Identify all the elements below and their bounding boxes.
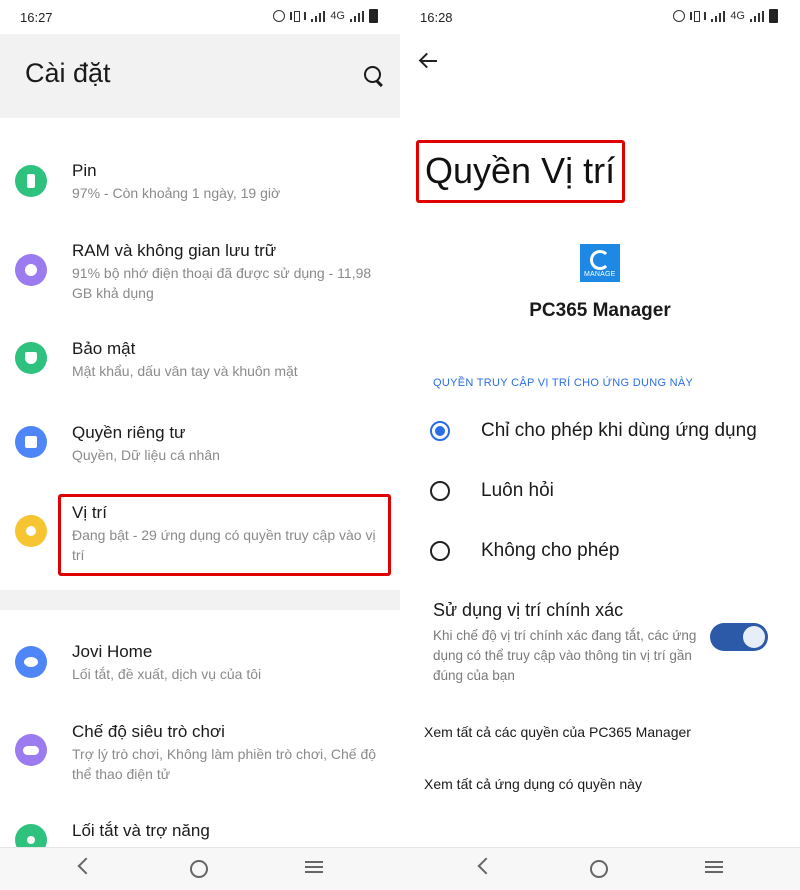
signal-icon (311, 10, 326, 22)
status-bar: 16:27 4G (0, 0, 400, 34)
app-logo-text: MANAGE (584, 271, 616, 278)
shield-icon (15, 342, 47, 374)
highlight-box (58, 494, 391, 576)
option-label: Không cho phép (481, 540, 620, 561)
jovi-icon (15, 646, 47, 678)
settings-item-privacy[interactable]: Quyền riêng tư Quyền, Dữ liệu cá nhân (0, 412, 400, 472)
location-permission-panel: 16:28 4G Quyền Vị trí MANAGE PC365 Manag… (400, 0, 800, 890)
app-logo-icon (590, 250, 610, 270)
home-nav-icon[interactable] (190, 860, 208, 878)
network-type: 4G (330, 10, 345, 22)
settings-item-accessibility[interactable]: Lối tắt và trợ năng (0, 810, 400, 856)
menu-nav-icon[interactable] (705, 861, 723, 874)
battery-icon (15, 165, 47, 197)
home-nav-icon[interactable] (590, 860, 608, 878)
item-subtitle: Quyền, Dữ liệu cá nhân (72, 447, 220, 463)
alarm-icon (673, 10, 686, 22)
item-subtitle: Lối tắt, đề xuất, dịch vụ của tôi (72, 666, 262, 682)
item-title: Jovi Home (72, 642, 153, 661)
back-nav-icon[interactable] (77, 857, 95, 875)
item-title: Chế độ siêu trò chơi (72, 722, 225, 741)
status-time: 16:27 (20, 10, 53, 25)
radio-button[interactable] (430, 481, 450, 501)
vibrate-icon (690, 11, 707, 22)
location-icon (15, 515, 47, 547)
lock-icon (15, 426, 47, 458)
search-icon[interactable] (364, 66, 381, 83)
status-icons: 4G (273, 9, 378, 23)
signal-icon (711, 10, 726, 22)
item-title: Lối tắt và trợ năng (72, 821, 210, 840)
settings-panel: 16:27 4G Cài đặt Pin 97% - Còn khoảng 1 … (0, 0, 400, 890)
item-title: Bảo mật (72, 339, 136, 358)
storage-icon (15, 254, 47, 286)
settings-item-battery[interactable]: Pin 97% - Còn khoảng 1 ngày, 19 giờ (0, 150, 400, 210)
precise-location-description: Khi chế độ vị trí chính xác đang tắt, cá… (433, 628, 697, 683)
app-logo: MANAGE (580, 244, 620, 282)
status-bar: 16:28 4G (400, 0, 800, 34)
option-label: Chỉ cho phép khi dùng ứng dụng (481, 420, 757, 441)
item-subtitle: 97% - Còn khoảng 1 ngày, 19 giờ (72, 185, 281, 201)
radio-button-selected[interactable] (430, 421, 450, 441)
highlight-box (416, 140, 625, 203)
page-title: Cài đặt (25, 58, 111, 88)
menu-nav-icon[interactable] (305, 861, 323, 874)
section-divider (0, 590, 400, 610)
precise-location-title: Sử dụng vị trí chính xác (433, 600, 624, 620)
battery-status-icon (769, 9, 778, 23)
view-apps-with-permission-link[interactable]: Xem tất cả ứng dụng có quyền này (424, 776, 642, 792)
alarm-icon (273, 10, 286, 22)
item-title: Pin (72, 161, 97, 180)
nav-bar (400, 847, 800, 890)
item-subtitle: Mật khẩu, dấu vân tay và khuôn mặt (72, 363, 298, 379)
app-name: PC365 Manager (529, 300, 671, 321)
gamepad-icon (15, 734, 47, 766)
back-nav-icon[interactable] (477, 857, 495, 875)
settings-item-jovi-home[interactable]: Jovi Home Lối tắt, đề xuất, dịch vụ của … (0, 631, 400, 691)
status-icons: 4G (673, 9, 778, 23)
item-subtitle: 91% bộ nhớ điện thoại đã được sử dụng - … (72, 265, 372, 301)
settings-item-game-mode[interactable]: Chế độ siêu trò chơi Trợ lý trò chơi, Kh… (0, 711, 400, 791)
nav-bar (0, 847, 400, 890)
back-arrow-icon[interactable] (420, 51, 440, 71)
settings-item-security[interactable]: Bảo mật Mật khẩu, dấu vân tay và khuôn m… (0, 328, 400, 388)
item-subtitle: Trợ lý trò chơi, Không làm phiền trò chơ… (72, 746, 377, 782)
settings-item-storage[interactable]: RAM và không gian lưu trữ 91% bộ nhớ điệ… (0, 230, 400, 310)
section-header: QUYỀN TRUY CẬP VỊ TRÍ CHO ỨNG DỤNG NÀY (433, 377, 694, 389)
battery-status-icon (369, 9, 378, 23)
toggle-knob (743, 626, 765, 648)
item-title: RAM và không gian lưu trữ (72, 241, 277, 260)
precise-location-toggle[interactable] (710, 623, 768, 651)
signal-icon-2 (750, 10, 764, 22)
option-label: Luôn hỏi (481, 480, 554, 501)
vibrate-icon (290, 11, 307, 22)
item-title: Quyền riêng tư (72, 423, 186, 442)
view-app-permissions-link[interactable]: Xem tất cả các quyền của PC365 Manager (424, 724, 691, 740)
status-time: 16:28 (420, 10, 453, 25)
network-type: 4G (730, 10, 745, 22)
radio-button[interactable] (430, 541, 450, 561)
signal-icon-2 (350, 10, 364, 22)
